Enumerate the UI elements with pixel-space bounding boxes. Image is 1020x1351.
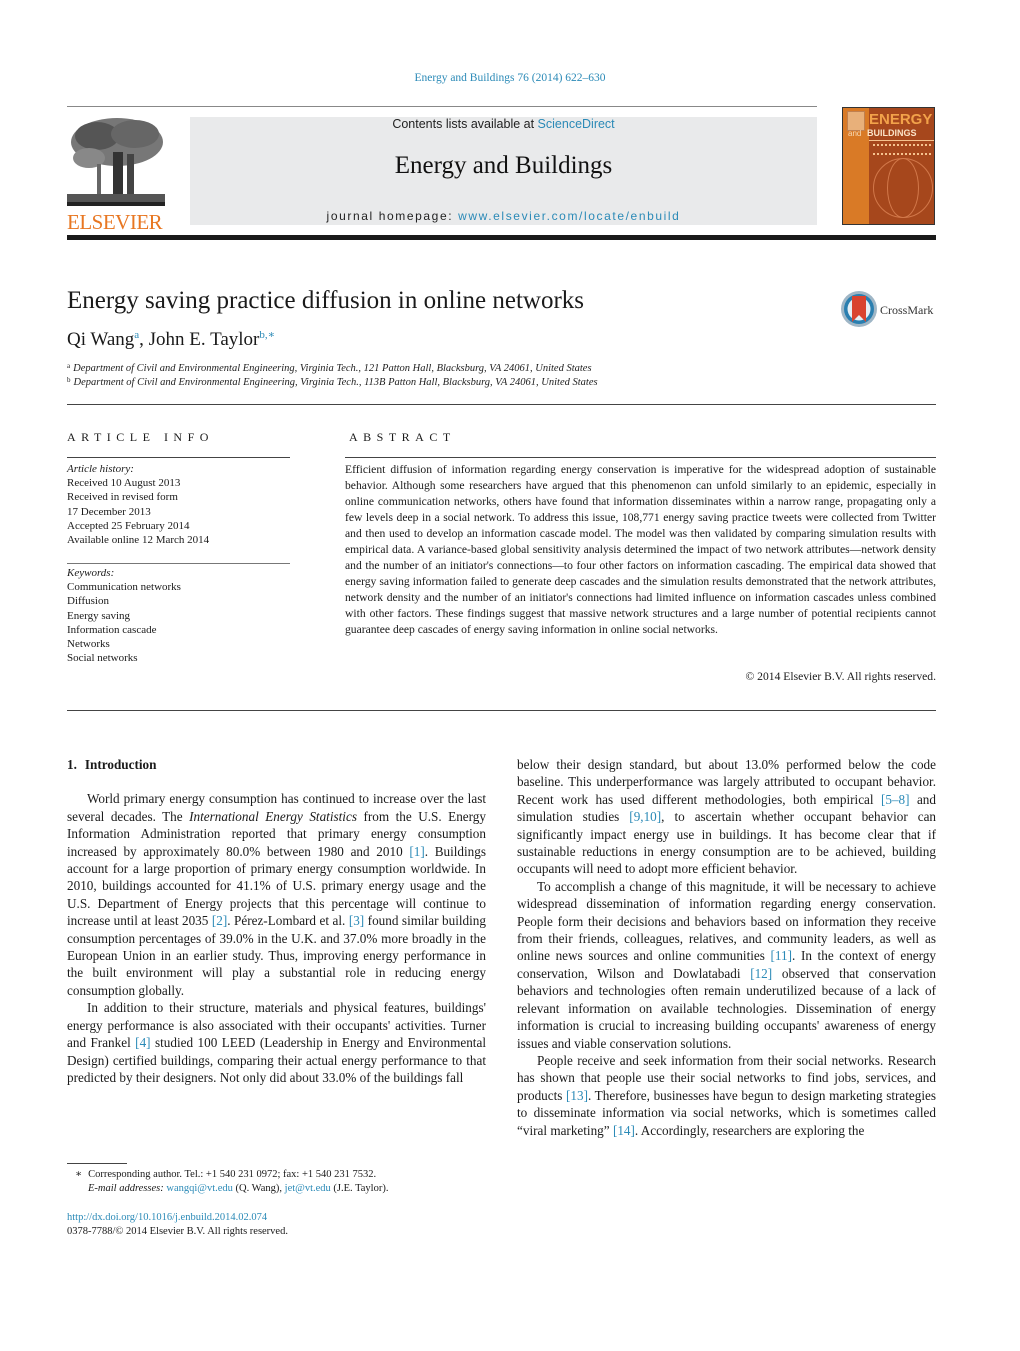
paragraph-text: . Pérez-Lombard et al. — [227, 913, 349, 929]
body-paragraph: People receive and seek information from… — [517, 1052, 936, 1139]
front-matter-divider — [67, 404, 936, 405]
article-info-heading: ARTICLE INFO — [67, 430, 214, 444]
citation-link[interactable]: [3] — [349, 913, 364, 928]
author-name[interactable]: Qi Wang — [67, 329, 134, 350]
affiliation-text: Department of Civil and Environmental En… — [73, 363, 592, 374]
header-divider — [67, 235, 936, 240]
paragraph-text: below their design standard, but about 1… — [517, 757, 936, 807]
sciencedirect-link[interactable]: ScienceDirect — [538, 117, 615, 131]
citation-link[interactable]: [13] — [566, 1088, 588, 1103]
email-owner: (Q. Wang), — [232, 1183, 285, 1194]
paragraph-text: . Accordingly, researchers are exploring… — [634, 1122, 865, 1138]
citation-link[interactable]: [14] — [613, 1123, 635, 1138]
history-item: Available online 12 March 2014 — [67, 534, 210, 547]
left-paragraphs: World primary energy consumption has con… — [67, 790, 486, 1086]
corresponding-author-note: ∗ Corresponding author. Tel.: +1 540 231 … — [75, 1168, 376, 1182]
cover-title-bottom: BUILDINGS — [867, 128, 917, 138]
author-affiliation-mark[interactable]: b,∗ — [259, 329, 275, 341]
corresponding-mark: ∗ — [75, 1169, 83, 1180]
section-title: Introduction — [84, 757, 157, 772]
article-info-divider — [67, 457, 290, 458]
homepage-prefix: journal homepage: — [326, 209, 459, 223]
keywords-divider — [67, 563, 290, 564]
body-paragraph: To accomplish a change of this magnitude… — [517, 878, 936, 1052]
history-item: 17 December 2013 — [67, 505, 151, 518]
author-list: Qi Wanga, John E. Taylorb,∗ — [67, 328, 275, 351]
crossmark-label: CrossMark — [880, 303, 934, 317]
crossmark-badge[interactable]: CrossMark — [840, 290, 940, 330]
cover-artwork-inner — [887, 158, 919, 218]
right-paragraphs: below their design standard, but about 1… — [517, 756, 936, 1139]
article-title: Energy saving practice diffusion in onli… — [67, 287, 585, 314]
citation-link[interactable]: [2] — [212, 913, 227, 928]
body-paragraph: World primary energy consumption has con… — [67, 790, 486, 999]
email-link[interactable]: wangqi@vt.edu — [166, 1183, 233, 1194]
journal-homepage: journal homepage: www.elsevier.com/locat… — [190, 209, 817, 223]
cover-subtitle-lines — [873, 144, 931, 155]
keyword: Networks — [67, 638, 110, 651]
affiliation-b: b Department of Civil and Environmental E… — [67, 376, 598, 388]
journal-cover[interactable]: ENERGY and BUILDINGS — [842, 107, 935, 225]
cover-rule — [869, 140, 934, 141]
keyword: Information cascade — [67, 623, 157, 636]
abstract-bottom-divider — [67, 710, 936, 711]
keyword: Communication networks — [67, 581, 181, 594]
affiliation-mark: a — [67, 362, 71, 370]
elsevier-logo[interactable]: ELSEVIER — [67, 114, 167, 234]
citation-link[interactable]: [5–8] — [881, 792, 910, 807]
homepage-link[interactable]: www.elsevier.com/locate/enbuild — [458, 209, 680, 223]
abstract-heading: ABSTRACT — [349, 430, 456, 444]
affiliation-text: Department of Civil and Environmental En… — [73, 377, 598, 388]
citation-link[interactable]: [9,10] — [629, 809, 661, 824]
crossmark-icon — [841, 291, 877, 327]
keywords-list: Keywords: Communication networks Diffusi… — [67, 566, 181, 665]
cover-title-top: ENERGY — [869, 111, 933, 128]
email-owner: (J.E. Taylor). — [330, 1183, 389, 1194]
citation-link[interactable]: [12] — [750, 966, 772, 981]
author-name[interactable]: John E. Taylor — [149, 329, 260, 350]
body-paragraph: In addition to their structure, material… — [67, 999, 486, 1086]
history-item: Received 10 August 2013 — [67, 477, 181, 490]
corresponding-text: Corresponding author. Tel.: +1 540 231 0… — [88, 1169, 377, 1180]
section-heading: 1. Introduction — [67, 756, 486, 773]
affiliation-a: a Department of Civil and Environmental E… — [67, 362, 592, 374]
history-item: Accepted 25 February 2014 — [67, 519, 190, 532]
contents-line: Contents lists available at ScienceDirec… — [190, 117, 817, 131]
issn-copyright: 0378-7788/© 2014 Elsevier B.V. All right… — [67, 1226, 288, 1237]
body-column-right: below their design standard, but about 1… — [517, 756, 936, 1139]
section-number: 1. — [67, 757, 77, 772]
author-separator: , — [139, 329, 149, 350]
body-column-left: 1. Introduction World primary energy cons… — [67, 756, 486, 1086]
email-link[interactable]: jet@vt.edu — [285, 1183, 331, 1194]
email-note: E-mail addresses: wangqi@vt.edu (Q. Wang… — [88, 1182, 388, 1196]
keywords-label: Keywords: — [67, 567, 115, 579]
body-paragraph: below their design standard, but about 1… — [517, 756, 936, 878]
affiliation-mark: b — [67, 376, 71, 384]
keyword: Social networks — [67, 652, 138, 665]
abstract-copyright: © 2014 Elsevier B.V. All rights reserved… — [745, 670, 936, 683]
citation-link[interactable]: [11] — [771, 948, 792, 963]
history-label: Article history: — [67, 463, 134, 475]
cover-publisher-mark — [847, 111, 865, 131]
keyword: Diffusion — [67, 595, 109, 608]
journal-title: Energy and Buildings — [394, 152, 613, 179]
top-divider — [67, 106, 817, 107]
doi-link[interactable]: http://dx.doi.org/10.1016/j.enbuild.2014… — [67, 1212, 267, 1223]
cover-title-and: and — [848, 129, 862, 138]
citation-link[interactable]: [1] — [409, 844, 424, 859]
article-history: Article history: Received 10 August 2013… — [67, 462, 209, 547]
abstract-divider — [345, 457, 936, 458]
history-item: Received in revised form — [67, 491, 178, 504]
elsevier-wordmark: ELSEVIER — [67, 210, 163, 234]
tree-icon — [67, 114, 165, 206]
abstract-text: Efficient diffusion of information regar… — [345, 463, 936, 636]
keyword: Energy saving — [67, 609, 131, 622]
journal-reference[interactable]: Energy and Buildings 76 (2014) 622–630 — [0, 72, 1020, 84]
citation-link[interactable]: [4] — [135, 1035, 150, 1050]
email-label: E-mail addresses: — [88, 1183, 164, 1194]
contents-prefix: Contents lists available at — [392, 117, 538, 131]
italic-text: International Energy Statistics — [189, 808, 357, 824]
footnote-divider — [67, 1163, 127, 1164]
